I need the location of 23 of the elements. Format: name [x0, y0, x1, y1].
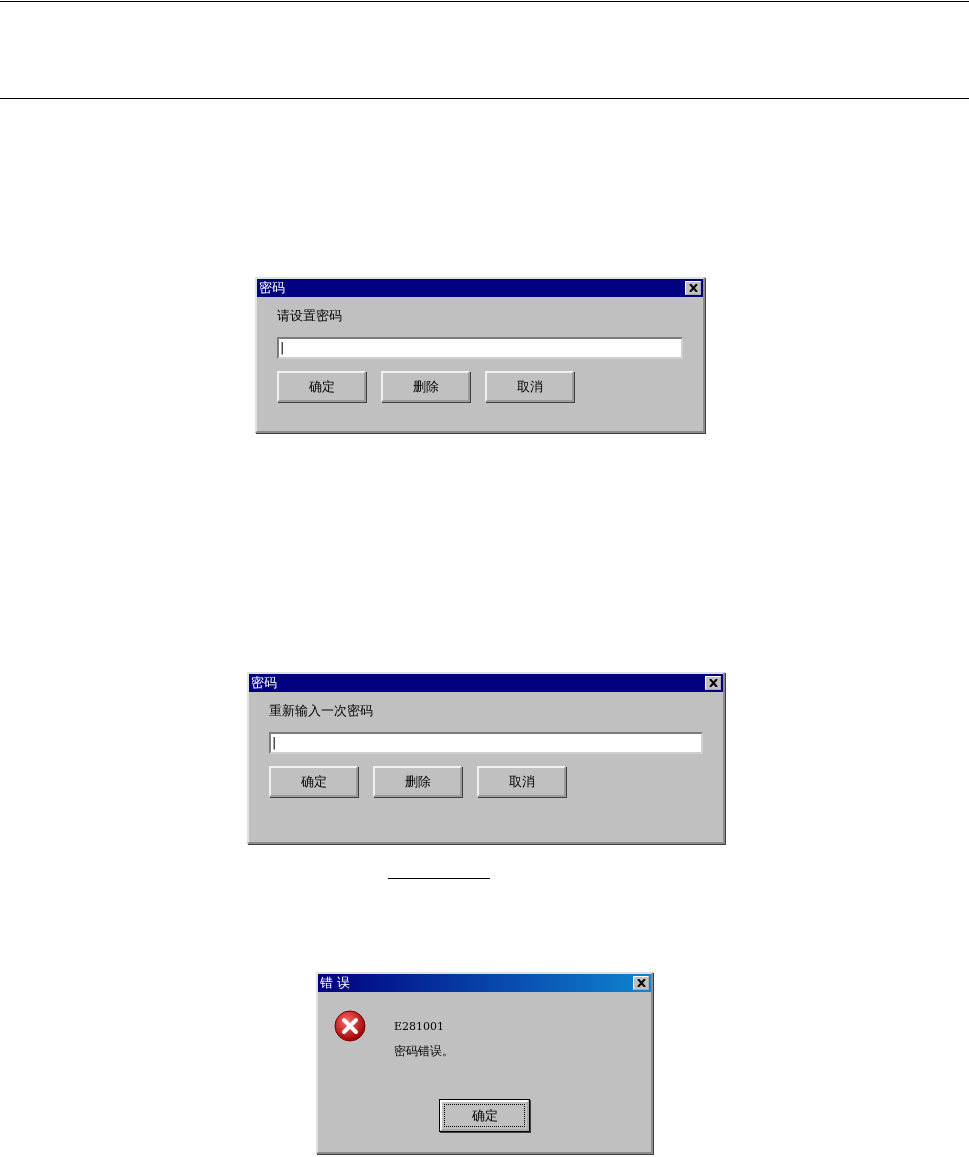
dialog-button[interactable]: 确定 — [277, 371, 366, 402]
dialog-button[interactable]: 确定 — [440, 1100, 529, 1131]
close-icon — [636, 979, 646, 987]
dialog-button[interactable]: 取消 — [485, 371, 574, 402]
prompt-label: 重新输入一次密码 — [269, 702, 374, 720]
error-message: 密码错误。 — [394, 1043, 454, 1060]
password-field[interactable]: | — [277, 337, 683, 359]
password-field[interactable]: | — [269, 732, 703, 754]
close-button[interactable] — [633, 976, 649, 990]
close-icon — [708, 679, 718, 687]
dialog-button[interactable]: 取消 — [477, 766, 566, 797]
close-icon — [688, 284, 698, 292]
dialog-button[interactable]: 删除 — [373, 766, 462, 797]
dialog-button[interactable]: 确定 — [269, 766, 358, 797]
window-title: 密码 — [259, 279, 285, 297]
error-code: E281001 — [394, 1020, 446, 1033]
close-button[interactable] — [685, 281, 701, 295]
error-icon — [334, 1010, 366, 1042]
window-title: 错 误 — [320, 974, 351, 992]
close-button[interactable] — [705, 676, 721, 690]
window-title: 密码 — [251, 674, 277, 692]
dialog-button[interactable]: 删除 — [381, 371, 470, 402]
prompt-label: 请设置密码 — [277, 307, 343, 325]
